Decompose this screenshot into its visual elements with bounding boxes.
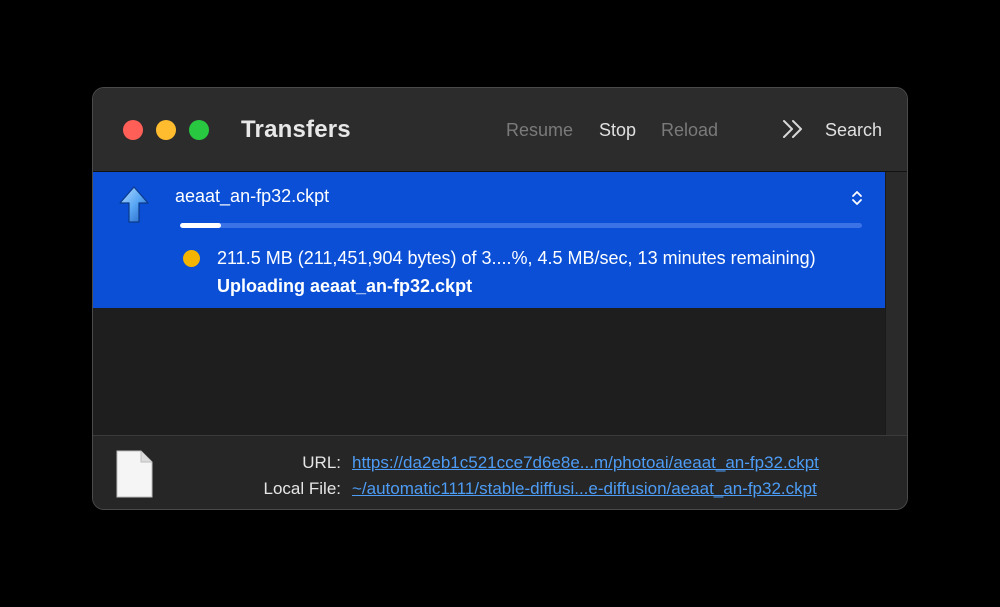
url-label: URL: [302, 453, 341, 472]
reload-button[interactable]: Reload [661, 120, 718, 141]
close-window-button[interactable] [123, 120, 143, 140]
transfer-status-detail: Uploading aeaat_an-fp32.ckpt [217, 276, 473, 296]
resume-button[interactable]: Resume [506, 120, 573, 141]
progress-bar [180, 223, 862, 228]
document-icon [115, 450, 153, 498]
stop-button[interactable]: Stop [599, 120, 636, 141]
upload-arrow-icon [119, 186, 149, 224]
local-file-link[interactable]: ~/automatic1111/stable-diffusi...e-diffu… [352, 479, 817, 499]
transfers-window: Transfers Resume Stop Reload Search aeaa… [92, 87, 908, 510]
progress-bar-fill [180, 223, 221, 228]
transfer-row[interactable]: aeaat_an-fp32.ckpt 211.5 MB (211,451,904… [93, 172, 885, 308]
transfer-status-text: 211.5 MB (211,451,904 bytes) of 3....%, … [217, 248, 816, 268]
local-file-label: Local File: [263, 479, 341, 498]
window-title: Transfers [241, 116, 351, 143]
expand-collapse-icon[interactable] [849, 188, 865, 208]
url-link[interactable]: https://da2eb1c521cce7d6e8e...m/photoai/… [352, 453, 819, 473]
scrollbar[interactable] [885, 172, 907, 435]
minimize-window-button[interactable] [156, 120, 176, 140]
titlebar: Transfers Resume Stop Reload Search [93, 88, 907, 172]
status-indicator-dot [183, 250, 200, 267]
info-panel: URL: https://da2eb1c521cce7d6e8e...m/pho… [93, 435, 907, 509]
maximize-window-button[interactable] [189, 120, 209, 140]
double-chevron-right-icon[interactable] [781, 117, 805, 141]
search-button[interactable]: Search [825, 120, 882, 141]
transfer-filename: aeaat_an-fp32.ckpt [175, 186, 330, 206]
transfer-list: aeaat_an-fp32.ckpt 211.5 MB (211,451,904… [93, 172, 885, 435]
